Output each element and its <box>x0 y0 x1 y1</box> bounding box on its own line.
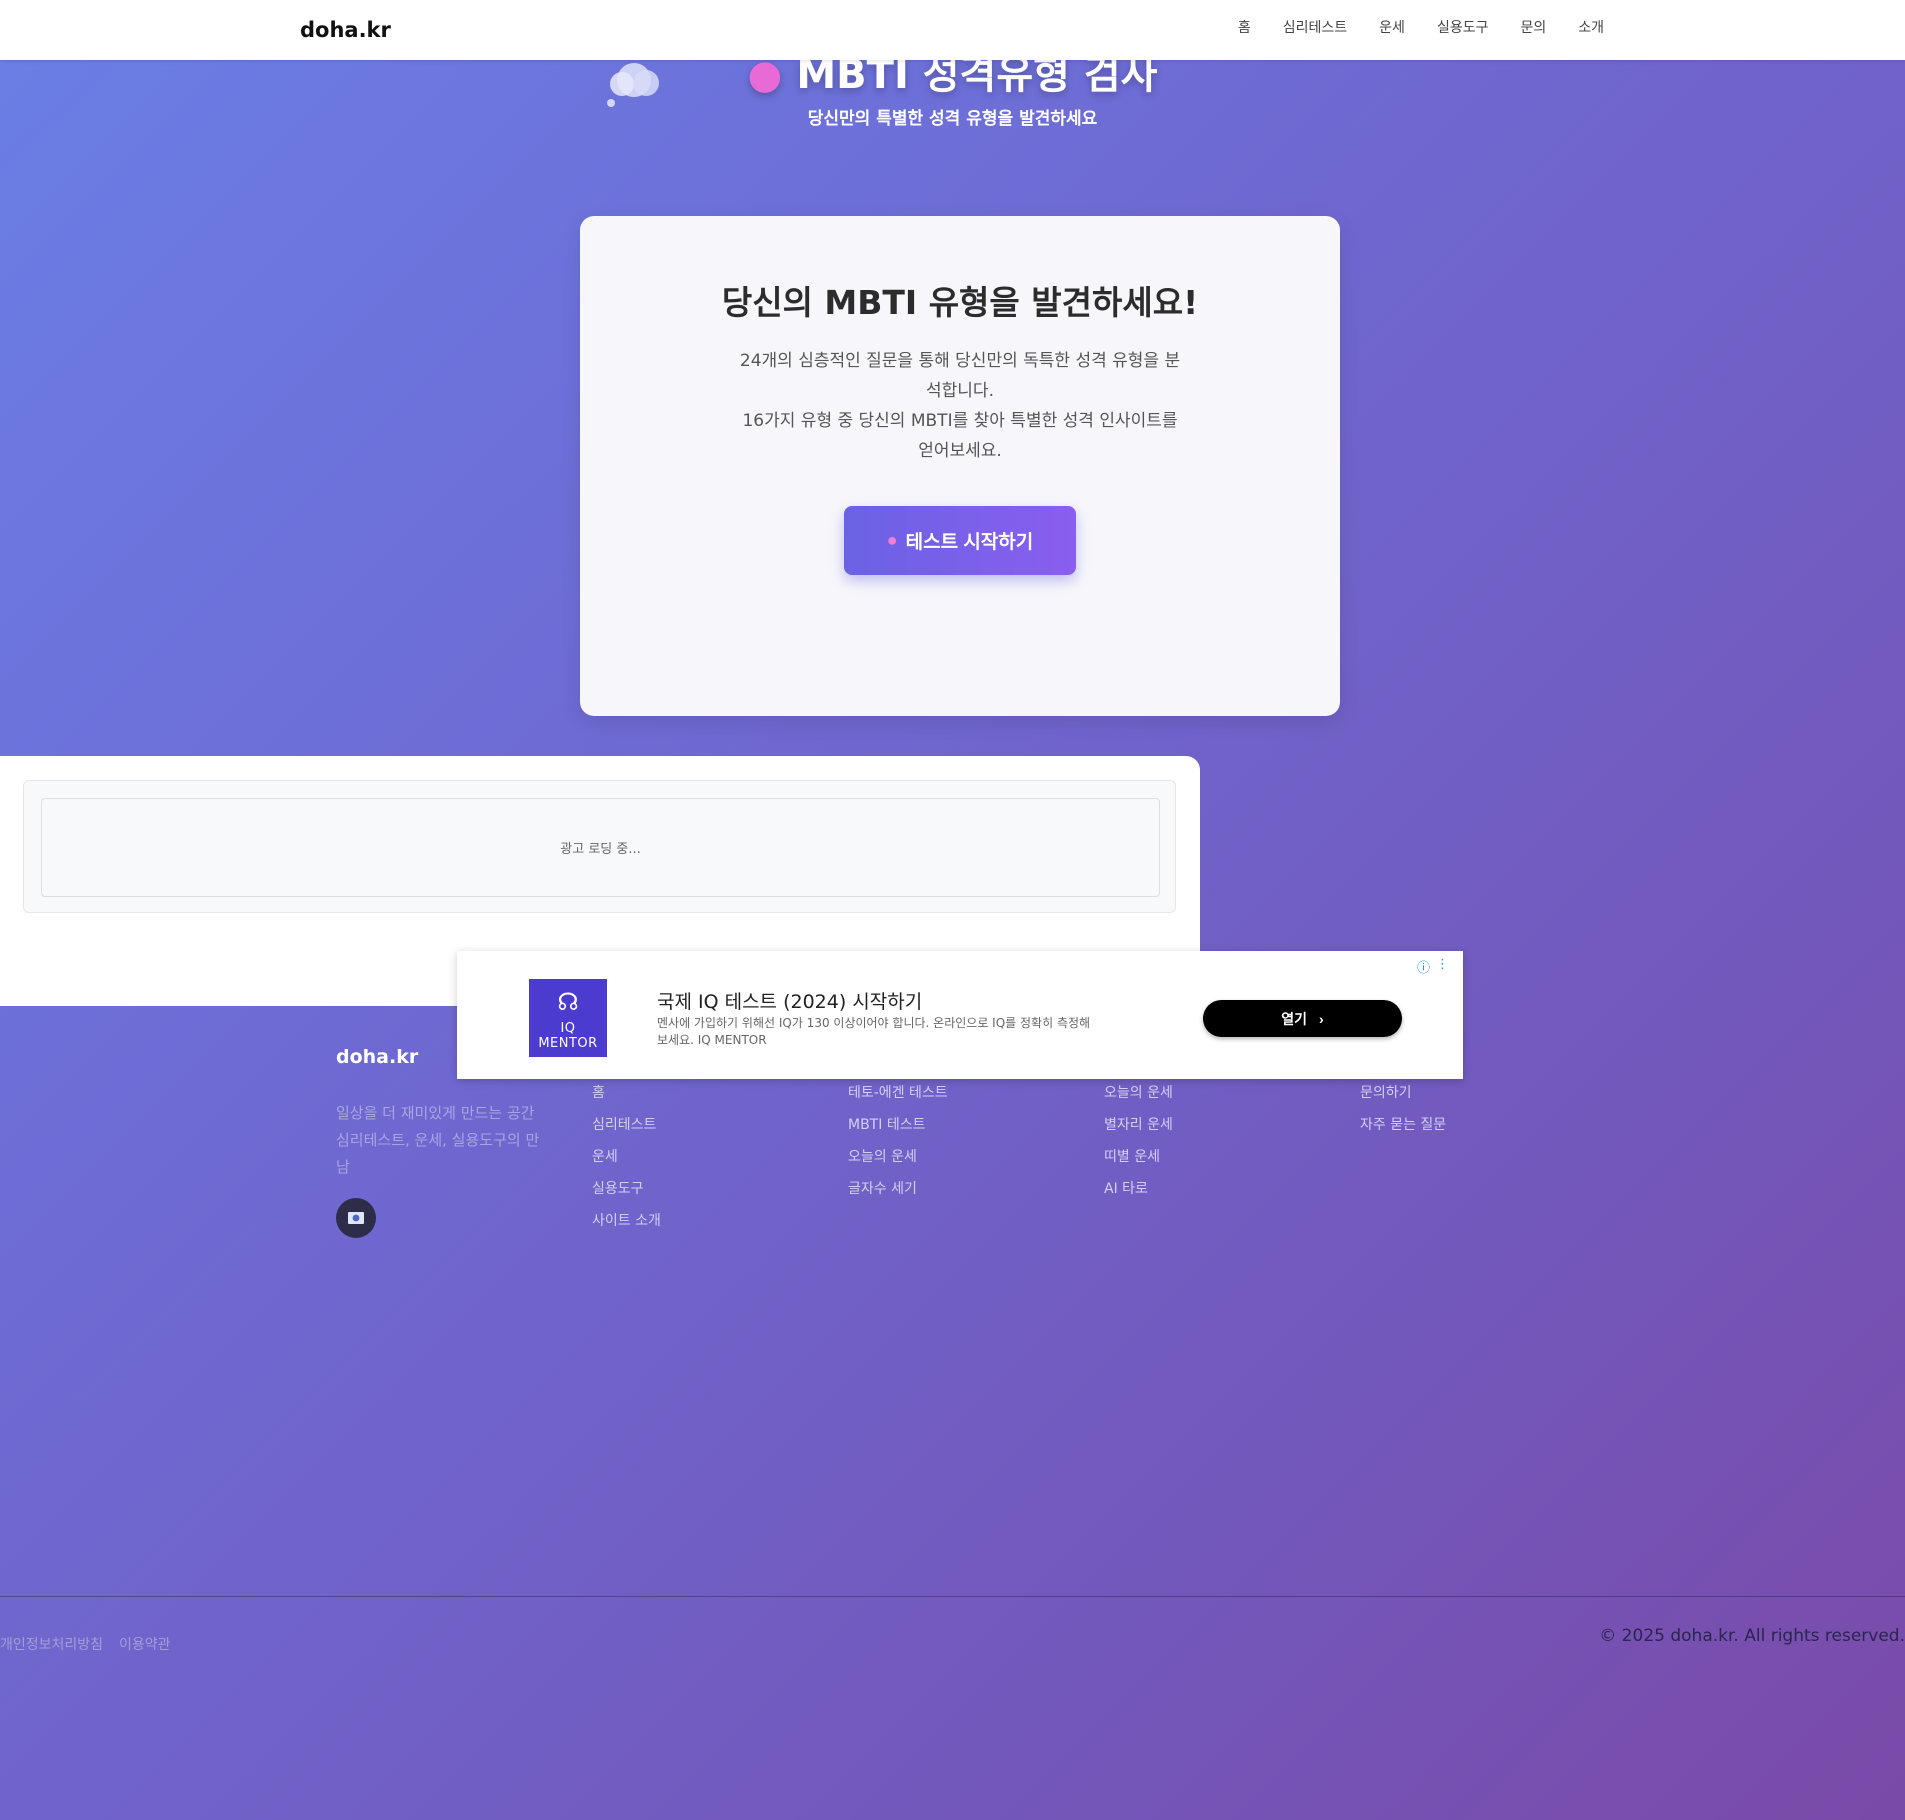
footer-link[interactable]: 운세 <box>592 1148 661 1167</box>
footer-col-services: 홈 심리테스트 운세 실용도구 사이트 소개 <box>592 1084 661 1231</box>
footer-col-fortune: 오늘의 운세 별자리 운세 띠별 운세 AI 타로 <box>1104 1084 1173 1199</box>
card-title: 당신의 MBTI 유형을 발견하세요! <box>721 283 1199 322</box>
start-test-button[interactable]: ● 테스트 시작하기 <box>844 506 1076 575</box>
brain-icon: ● <box>886 530 898 550</box>
ad-logo-text: IQ MENTOR <box>538 1021 598 1051</box>
footer-link[interactable]: 오늘의 운세 <box>848 1148 948 1167</box>
ad-info[interactable]: ⓘ ⋮ <box>1417 957 1449 976</box>
footer-link[interactable]: 실용도구 <box>592 1180 661 1199</box>
intro-card: 당신의 MBTI 유형을 발견하세요! 24개의 심층적인 질문을 통해 당신만… <box>580 216 1340 716</box>
card-description: 24개의 심층적인 질문을 통해 당신만의 독특한 성격 유형을 분석합니다. … <box>735 346 1185 466</box>
ad-banner[interactable]: ☊ IQ MENTOR 국제 IQ 테스트 (2024) 시작하기 멘사에 가입… <box>457 951 1463 1079</box>
nav-fortune[interactable]: 운세 <box>1379 17 1405 37</box>
footer-link[interactable]: 별자리 운세 <box>1104 1116 1173 1135</box>
site-logo[interactable]: doha.kr <box>300 18 391 42</box>
ad-open-label: 열기 <box>1281 1010 1308 1027</box>
footer-col-tests: 테토-에겐 테스트 MBTI 테스트 오늘의 운세 글자수 세기 <box>848 1084 948 1199</box>
nav-contact[interactable]: 문의 <box>1520 17 1546 37</box>
nav-tools[interactable]: 실용도구 <box>1437 17 1489 37</box>
ad-brand-logo[interactable]: ☊ IQ MENTOR <box>529 979 607 1057</box>
footer-legal-links: 개인정보처리방침 이용약관 <box>0 1634 171 1654</box>
card-desc-line-1: 24개의 심층적인 질문을 통해 당신만의 독특한 성격 유형을 분석합니다. <box>739 351 1181 401</box>
camera-icon <box>348 1212 364 1224</box>
footer-link[interactable]: 오늘의 운세 <box>1104 1084 1173 1103</box>
more-options-icon[interactable]: ⋮ <box>1436 957 1449 976</box>
footer-logo[interactable]: doha.kr <box>336 1046 418 1068</box>
footer-tagline: 일상을 더 재미있게 만드는 공간 심리테스트, 운세, 실용도구의 만남 <box>336 1104 540 1176</box>
footer-link[interactable]: 심리테스트 <box>592 1116 661 1135</box>
start-test-label: 테스트 시작하기 <box>905 532 1034 553</box>
copyright: © 2025 doha.kr. All rights reserved. <box>1599 1626 1905 1646</box>
footer-link[interactable]: MBTI 테스트 <box>848 1116 948 1135</box>
footer-link[interactable]: 글자수 세기 <box>848 1180 948 1199</box>
ad-title[interactable]: 국제 IQ 테스트 (2024) 시작하기 <box>657 987 922 1014</box>
main-nav: 홈 심리테스트 운세 실용도구 문의 소개 <box>1238 17 1604 37</box>
footer-link[interactable]: 사이트 소개 <box>592 1212 661 1231</box>
site-header: doha.kr 홈 심리테스트 운세 실용도구 문의 소개 <box>0 0 1905 60</box>
ad-loading: 광고 로딩 중... <box>41 798 1160 897</box>
nav-about[interactable]: 소개 <box>1578 17 1604 37</box>
footer-link[interactable]: 홈 <box>592 1084 661 1103</box>
footer-link[interactable]: 자주 묻는 질문 <box>1360 1116 1446 1135</box>
nav-psych-tests[interactable]: 심리테스트 <box>1283 17 1347 37</box>
ad-container: 광고 로딩 중... <box>23 780 1176 913</box>
footer-link[interactable]: 테토-에겐 테스트 <box>848 1084 948 1103</box>
footer-col-support: 문의하기 자주 묻는 질문 <box>1360 1084 1446 1135</box>
terms-link[interactable]: 이용약관 <box>119 1634 171 1654</box>
hero-subtitle: 당신만의 특별한 성격 유형을 발견하세요 <box>807 109 1098 129</box>
footer-link[interactable]: 띠별 운세 <box>1104 1148 1173 1167</box>
ad-open-button[interactable]: 열기 › <box>1203 1000 1402 1037</box>
info-icon[interactable]: ⓘ <box>1417 957 1430 976</box>
privacy-policy-link[interactable]: 개인정보처리방침 <box>0 1634 103 1654</box>
nav-home[interactable]: 홈 <box>1238 17 1251 37</box>
chevron-right-icon: › <box>1319 1010 1324 1027</box>
ad-text: 멘사에 가입하기 위해선 IQ가 130 이상이어야 합니다. 온라인으로 IQ… <box>657 1016 1091 1047</box>
footer-social-link[interactable] <box>336 1198 376 1238</box>
card-desc-line-2: 16가지 유형 중 당신의 MBTI를 찾아 특별한 성격 인사이트를 얻어보세… <box>742 411 1178 461</box>
footer-link[interactable]: 문의하기 <box>1360 1084 1446 1103</box>
footer-divider <box>0 1596 1905 1597</box>
head-gear-icon: ☊ <box>557 988 579 1016</box>
footer-link[interactable]: AI 타로 <box>1104 1180 1173 1199</box>
